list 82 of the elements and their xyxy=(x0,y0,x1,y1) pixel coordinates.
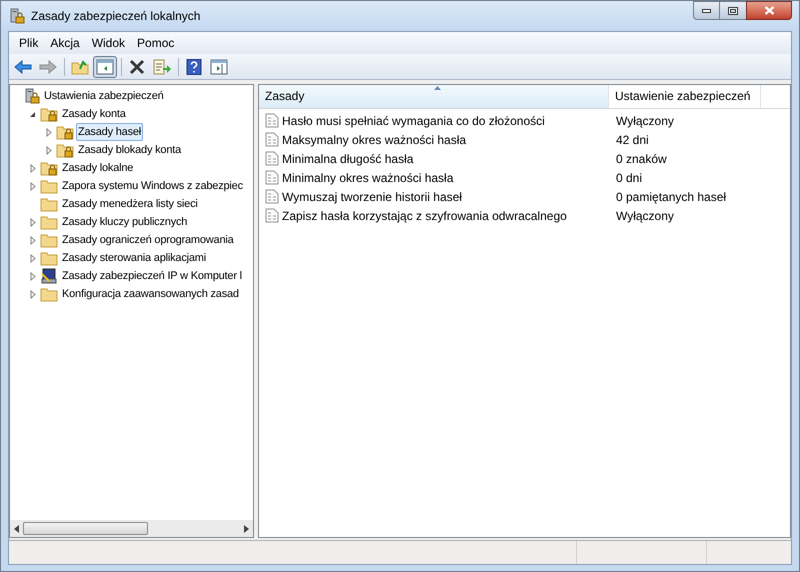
policy-setting: 0 znaków xyxy=(615,150,667,168)
expand-arrow-icon[interactable] xyxy=(30,218,36,226)
policy-document-icon xyxy=(265,208,279,223)
forward-arrow-icon xyxy=(39,60,57,74)
policy-name: Hasło musi spełniać wymagania co do złożoności xyxy=(282,112,545,130)
folder-up-icon xyxy=(71,58,89,74)
tree-item[interactable]: Zasady sterowania aplikacjami xyxy=(60,249,208,267)
back-arrow-icon xyxy=(14,60,32,74)
window-title: Zasady zabezpieczeń lokalnych xyxy=(31,8,200,25)
expand-arrow-icon[interactable] xyxy=(30,164,36,172)
scroll-right-icon[interactable] xyxy=(244,524,249,532)
horizontal-scrollbar[interactable] xyxy=(10,520,253,537)
maximize-icon xyxy=(728,6,738,14)
locked-folder-icon xyxy=(40,160,58,176)
action-pane-icon xyxy=(210,58,228,74)
policy-name: Minimalna długość hasła xyxy=(282,150,414,168)
minimize-icon xyxy=(702,8,711,12)
tree-item[interactable]: Zapora systemu Windows z zabezpiec xyxy=(60,177,245,195)
policy-document-icon xyxy=(265,151,279,166)
policy-document-icon xyxy=(265,189,279,204)
tree-item[interactable]: Zasady menedżera listy sieci xyxy=(60,195,200,213)
column-label: Zasady xyxy=(265,88,304,105)
tree-item[interactable]: Zasady zabezpieczeń IP w Komputer l xyxy=(60,267,244,285)
column-label: Ustawienie zabezpieczeń xyxy=(615,88,750,105)
tree-item[interactable]: Zasady blokady konta xyxy=(76,141,184,159)
tree-item[interactable]: Ustawienia zabezpieczeń xyxy=(42,87,166,105)
column-header[interactable]: Ustawienie zabezpieczeń xyxy=(609,85,761,108)
locked-folder-icon xyxy=(40,106,58,122)
policy-setting: 0 dni xyxy=(615,170,642,186)
tree-item[interactable]: Konfiguracja zaawansowanych zasad xyxy=(60,285,241,303)
policy-setting: 0 pamiętanych haseł xyxy=(615,188,726,206)
computer-key-icon xyxy=(40,268,58,284)
expand-arrow-icon[interactable] xyxy=(30,236,36,244)
menu-item[interactable]: Widok xyxy=(86,34,132,52)
menu-item[interactable]: Akcja xyxy=(44,34,86,52)
policy-document-icon xyxy=(265,170,279,185)
delete-icon xyxy=(129,58,145,74)
tree-item[interactable]: Zasady konta xyxy=(60,105,128,123)
tree-item[interactable]: Zasady haseł xyxy=(76,123,144,141)
tree-item[interactable]: Zasady kluczy publicznych xyxy=(60,213,190,231)
server-lock-icon xyxy=(24,88,40,104)
help-icon xyxy=(186,58,202,74)
tree-item[interactable]: Zasady ograniczeń oprogramowania xyxy=(60,231,236,249)
minimize-button[interactable] xyxy=(693,1,720,20)
close-icon xyxy=(764,6,774,15)
collapse-arrow-icon[interactable] xyxy=(29,110,36,118)
policy-name: Maksymalny okres ważności hasła xyxy=(282,132,466,148)
locked-folder-icon xyxy=(56,124,74,140)
tree-pane-icon xyxy=(96,58,114,74)
folder-icon xyxy=(40,214,58,230)
folder-icon xyxy=(40,286,58,302)
sort-arrow-icon xyxy=(434,86,440,90)
server-lock-icon xyxy=(9,8,25,24)
expand-arrow-icon[interactable] xyxy=(30,182,36,190)
export-list-icon xyxy=(153,58,171,74)
policy-document-icon xyxy=(265,132,279,147)
policy-setting: Wyłączony xyxy=(615,112,674,130)
folder-icon xyxy=(40,196,58,212)
policy-name: Wymuszaj tworzenie historii haseł xyxy=(282,188,462,206)
policy-name: Minimalny okres ważności hasła xyxy=(282,170,454,186)
policy-setting: Wyłączony xyxy=(615,208,674,224)
expand-arrow-icon[interactable] xyxy=(30,290,36,298)
expand-arrow-icon[interactable] xyxy=(46,128,52,136)
column-header[interactable]: Zasady xyxy=(259,85,609,108)
close-button[interactable] xyxy=(746,1,792,20)
expand-arrow-icon[interactable] xyxy=(30,272,36,280)
toolbar-button[interactable] xyxy=(93,56,117,78)
scrollbar-thumb[interactable] xyxy=(23,522,148,535)
menu-item[interactable]: Pomoc xyxy=(131,34,180,52)
menu-item[interactable]: Plik xyxy=(13,34,44,52)
folder-icon xyxy=(40,232,58,248)
tree-item[interactable]: Zasady lokalne xyxy=(60,159,136,177)
expand-arrow-icon[interactable] xyxy=(46,146,52,154)
maximize-button[interactable] xyxy=(720,1,746,20)
scroll-left-icon[interactable] xyxy=(14,524,19,532)
policy-setting: 42 dni xyxy=(615,132,649,148)
expand-arrow-icon[interactable] xyxy=(30,254,36,262)
folder-icon xyxy=(40,178,58,194)
policy-document-icon xyxy=(265,113,279,128)
policy-name: Zapisz hasła korzystając z szyfrowania odwracalnego xyxy=(282,208,567,224)
folder-icon xyxy=(40,250,58,266)
locked-folder-icon xyxy=(56,142,74,158)
